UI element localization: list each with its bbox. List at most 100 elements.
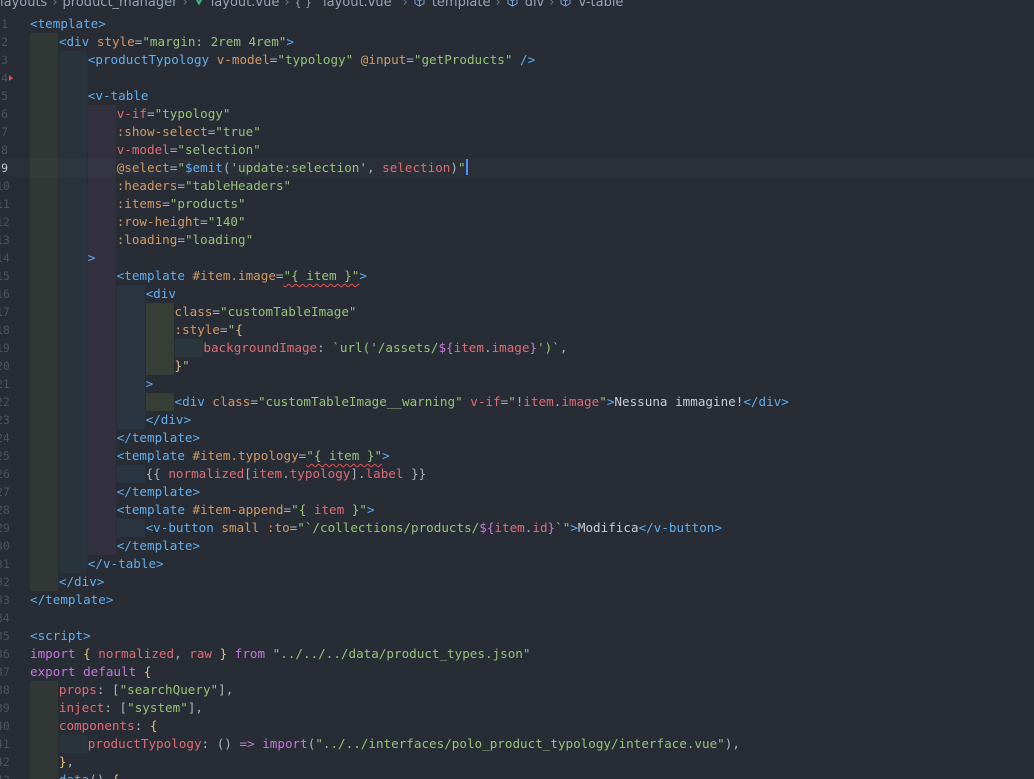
breadcrumb-item[interactable]: layout.vue [193,0,279,12]
code-line[interactable]: 28 <template #item-append="{ item }"> [0,501,1034,519]
code-token: normalized [168,466,245,481]
code-line[interactable]: 2 <div style="margin: 2rem 4rem"> [0,33,1034,51]
indent-guide [145,357,174,375]
code-line[interactable]: 30 </template> [0,537,1034,555]
code-line[interactable]: 4 [0,69,1034,87]
line-number: 39 [0,701,10,715]
indent-guide [58,447,87,465]
code-line[interactable]: 29 <v-button small :to="`/collections/pro… [0,519,1034,537]
code-line[interactable]: 8 v-model="selection" [0,141,1034,159]
breadcrumb-item[interactable]: div [506,0,544,12]
code-line[interactable]: 41 productTypology: () => import("../../i… [0,735,1034,753]
line-number: 32 [0,575,10,589]
code-token: [ [244,466,252,481]
code-text: > [146,375,154,393]
code-line[interactable]: 22 <div class="customTableImage__warning"… [0,393,1034,411]
code-text: <div style="margin: 2rem 4rem"> [59,33,294,51]
breadcrumb-label: product_manager [62,0,178,10]
code-line[interactable]: 23 </div> [0,411,1034,429]
code-line[interactable]: 21 > [0,375,1034,393]
code-line[interactable]: 40 components: { [0,717,1034,735]
line-number: 33 [0,593,10,607]
breadcrumb-item[interactable]: layouts [0,0,47,12]
code-line[interactable]: 32 </div> [0,573,1034,591]
code-line[interactable]: 31 </v-table> [0,555,1034,573]
code-token: :style [174,322,221,337]
line-number: 11 [0,197,10,211]
code-line[interactable]: 24 </template> [0,429,1034,447]
indent-guide [87,411,116,429]
indent-guide [116,519,145,537]
code-token: style [96,34,135,49]
code-token: > [359,268,367,283]
code-line[interactable]: 34 [0,609,1034,627]
code-line[interactable]: 10:headers="tableHeaders" [0,177,1034,195]
code-token: = [200,214,208,229]
code-line[interactable]: 42}, [0,753,1034,771]
code-line[interactable]: 5 <v-table [0,87,1034,105]
code-line[interactable]: 39 inject: ["system"], [0,699,1034,717]
code-token: Modifica [577,520,639,535]
code-line[interactable]: 11:items="products" [0,195,1034,213]
code-line[interactable]: 17 class="customTableImage" [0,303,1034,321]
code-line[interactable]: 25 <template #item.typology="{ item }"> [0,447,1034,465]
code-token: components [58,718,135,733]
code-line[interactable]: 37 export default { [0,663,1034,681]
code-line[interactable]: 7:show-select="true" [0,123,1034,141]
code-line[interactable]: 36 import { normalized, raw } from "../..… [0,645,1034,663]
code-line[interactable]: 43 data() { [0,771,1034,779]
code-token: @select [116,160,170,175]
code-token: "customTableImage" [220,304,357,319]
code-line[interactable]: 26 {{ normalized[item.typology].label }} [0,465,1034,483]
code-text: </div> [146,411,192,429]
breadcrumb-item[interactable]: product_manager [63,0,178,12]
code-token: } [529,340,538,355]
code-line[interactable]: 9 @select="$emit('update:selection', sele… [0,159,1034,177]
indent-guide [116,375,145,393]
indent-guide [58,303,87,321]
code-text: export default { [30,663,151,681]
braces-icon: { } [294,0,313,9]
code-token: = [220,322,228,337]
code-token: backgroundImage [203,340,318,355]
code-line[interactable]: 38 props: ["searchQuery"], [0,681,1034,699]
code-token: productTypology [87,736,202,751]
code-token: item [494,520,525,535]
indent-guide [30,285,58,303]
code-text: <script> [30,627,91,645]
code-line[interactable]: 33 </template> [0,591,1034,609]
code-token: , [174,646,190,661]
code-line[interactable]: 13:loading="loading" [0,231,1034,249]
breadcrumb-item[interactable]: template [413,0,491,12]
code-token: "../../interfaces/polo_product_typology/… [315,736,725,751]
code-line[interactable]: 6 v-if="typology" [0,105,1034,123]
code-line[interactable]: 12:row-height="140" [0,213,1034,231]
line-number: 10 [0,179,10,193]
code-token: ), [724,736,740,751]
code-line[interactable]: 20}" [0,357,1034,375]
code-line[interactable]: 1 <template> [0,15,1034,33]
code-token: raw [189,646,212,661]
code-editor[interactable]: 1 <template> 2 <div style="margin: 2rem 4re… [0,12,1034,779]
code-line[interactable]: 16 <div [0,285,1034,303]
code-token: </div> [58,574,105,589]
indent-guide [58,213,87,231]
line-number: 13 [0,233,10,247]
code-line[interactable]: 3 <productTypology v-model = "typology" @in… [0,51,1034,69]
code-line[interactable]: 27 </template> [0,483,1034,501]
breadcrumb-item[interactable]: { } "layout.vue" [295,0,398,12]
code-token: " [508,394,516,409]
code-text: </v-table> [88,555,164,573]
code-line[interactable]: 14 > [0,249,1034,267]
code-line[interactable]: 18:style="{ [0,321,1034,339]
code-line[interactable]: 35 <script> [0,627,1034,645]
line-number: 17 [0,305,10,319]
chevron-right-icon: › [402,0,408,10]
code-token: image [561,394,600,409]
code-token: "true" [215,124,261,139]
indent-guide [30,249,58,267]
breadcrumb-item[interactable]: v-table [559,0,623,12]
code-line[interactable]: 19 backgroundImage: `url('/assets/${item.… [0,339,1034,357]
code-line[interactable]: 15 <template #item.image="{ item }"> [0,267,1034,285]
code-text: <template #item-append="{ item }"> [117,501,375,519]
